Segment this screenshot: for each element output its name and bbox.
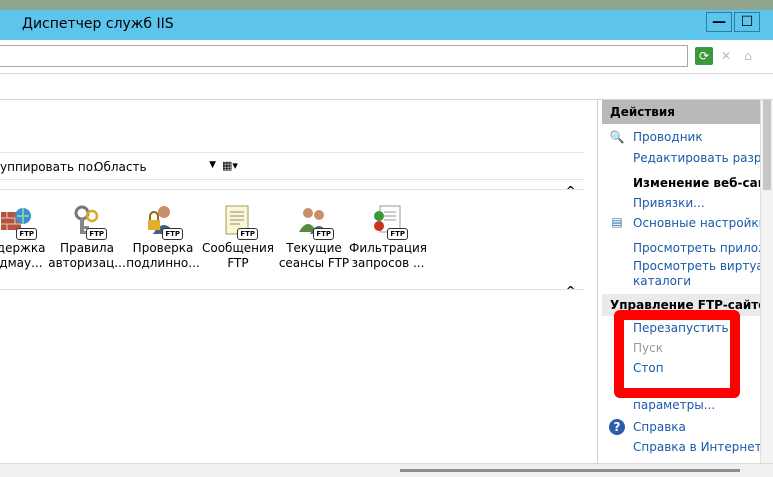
- explore-icon: 🔍: [609, 130, 625, 144]
- feature-label: Правила: [60, 241, 114, 255]
- home-icon[interactable]: ⌂: [739, 47, 757, 65]
- feature-label: Сообщения: [201, 241, 274, 255]
- ftp-badge: FTP: [387, 228, 408, 240]
- edit-site-title: Изменение веб-сайта: [633, 176, 760, 190]
- ftp-badge: FTP: [313, 228, 334, 240]
- feature-label: FTP: [227, 256, 249, 270]
- explore-link[interactable]: Проводник: [633, 130, 760, 144]
- settings-page-icon: ▤: [611, 215, 623, 229]
- actions-pane: Действия 🔍 Проводник Редактировать разре…: [598, 100, 760, 463]
- horizontal-scrollbar[interactable]: [400, 469, 740, 472]
- online-help-link[interactable]: Справка в Интернете: [633, 440, 760, 454]
- minimize-button[interactable]: —: [706, 12, 732, 32]
- stop-icon[interactable]: ✕: [717, 47, 735, 65]
- feature-label: Проверка: [132, 241, 194, 255]
- address-bar: ⟳ ✕ ⌂: [0, 40, 773, 74]
- view-apps-link[interactable]: Просмотреть приложе: [633, 241, 760, 255]
- feature-label: запросов ...: [351, 256, 425, 270]
- feature-item[interactable]: FTP Текущие сеансы FTP: [275, 204, 353, 271]
- feature-item[interactable]: FTP Проверка подлинно...: [124, 204, 202, 271]
- ftp-badge: FTP: [162, 228, 183, 240]
- group-by-value: Область: [94, 160, 147, 174]
- group-by-bar: уппировать по: Область ▼ ▦▾: [0, 152, 584, 180]
- key-icon: FTP: [69, 204, 107, 240]
- group-by-label: уппировать по:: [0, 160, 98, 174]
- window-title: Диспетчер служб IIS: [22, 16, 174, 32]
- vertical-scrollbar[interactable]: [760, 100, 773, 463]
- ftp-badge: FTP: [237, 228, 258, 240]
- view-virtual-dirs-link[interactable]: Просмотреть виртуаль: [633, 259, 760, 273]
- collapse-icon[interactable]: ^: [566, 284, 575, 297]
- ftp-badge: FTP: [16, 228, 37, 240]
- maximize-button[interactable]: ☐: [734, 12, 760, 32]
- status-bar: [0, 463, 773, 477]
- title-bar: Диспетчер служб IIS — ☐: [0, 10, 773, 40]
- help-link[interactable]: Справка: [633, 420, 760, 434]
- advanced-settings-link[interactable]: параметры...: [633, 398, 760, 412]
- highlight-box: [614, 310, 740, 398]
- section-divider: [0, 289, 584, 290]
- globe-brick-icon: FTP: [0, 204, 37, 240]
- document-icon: FTP: [220, 204, 258, 240]
- feature-label: Текущие: [286, 241, 342, 255]
- feature-item[interactable]: FTP Сообщения FTP: [199, 204, 277, 271]
- feature-label: сеансы FTP: [278, 256, 350, 270]
- feature-label: авторизац...: [48, 256, 126, 270]
- edit-permissions-link[interactable]: Редактировать разреш: [633, 151, 760, 165]
- chevron-down-icon: ▼: [209, 160, 216, 170]
- ftp-badge: FTP: [86, 228, 107, 240]
- help-icon: ?: [609, 419, 625, 435]
- view-virtual-dirs-link-cont[interactable]: каталоги: [633, 274, 760, 288]
- user-lock-icon: FTP: [145, 204, 183, 240]
- group-by-select[interactable]: Область ▼: [90, 157, 218, 177]
- scrollbar-thumb[interactable]: [763, 100, 771, 190]
- view-mode-button[interactable]: ▦▾: [222, 159, 248, 175]
- menu-strip: [0, 74, 773, 100]
- section-divider: [0, 189, 584, 190]
- refresh-icon[interactable]: ⟳: [695, 47, 713, 65]
- bindings-link[interactable]: Привязки...: [633, 196, 760, 210]
- collapse-icon[interactable]: ^: [566, 184, 575, 197]
- basic-settings-link[interactable]: Основные настройки...: [633, 216, 760, 230]
- top-strip: [0, 0, 773, 10]
- filter-icon: FTP: [370, 204, 408, 240]
- address-input[interactable]: [0, 45, 688, 67]
- feature-item[interactable]: FTP Фильтрация запросов ...: [349, 204, 427, 271]
- actions-header: Действия: [602, 100, 760, 124]
- feature-item[interactable]: FTP Правила авторизац...: [48, 204, 126, 271]
- grid-view-icon: ▦▾: [222, 159, 238, 172]
- users-icon: FTP: [296, 204, 334, 240]
- features-view: уппировать по: Область ▼ ▦▾ ^ FTP ддержк…: [0, 100, 598, 463]
- feature-label: подлинно...: [126, 256, 200, 270]
- feature-label: Фильтрация: [349, 241, 428, 255]
